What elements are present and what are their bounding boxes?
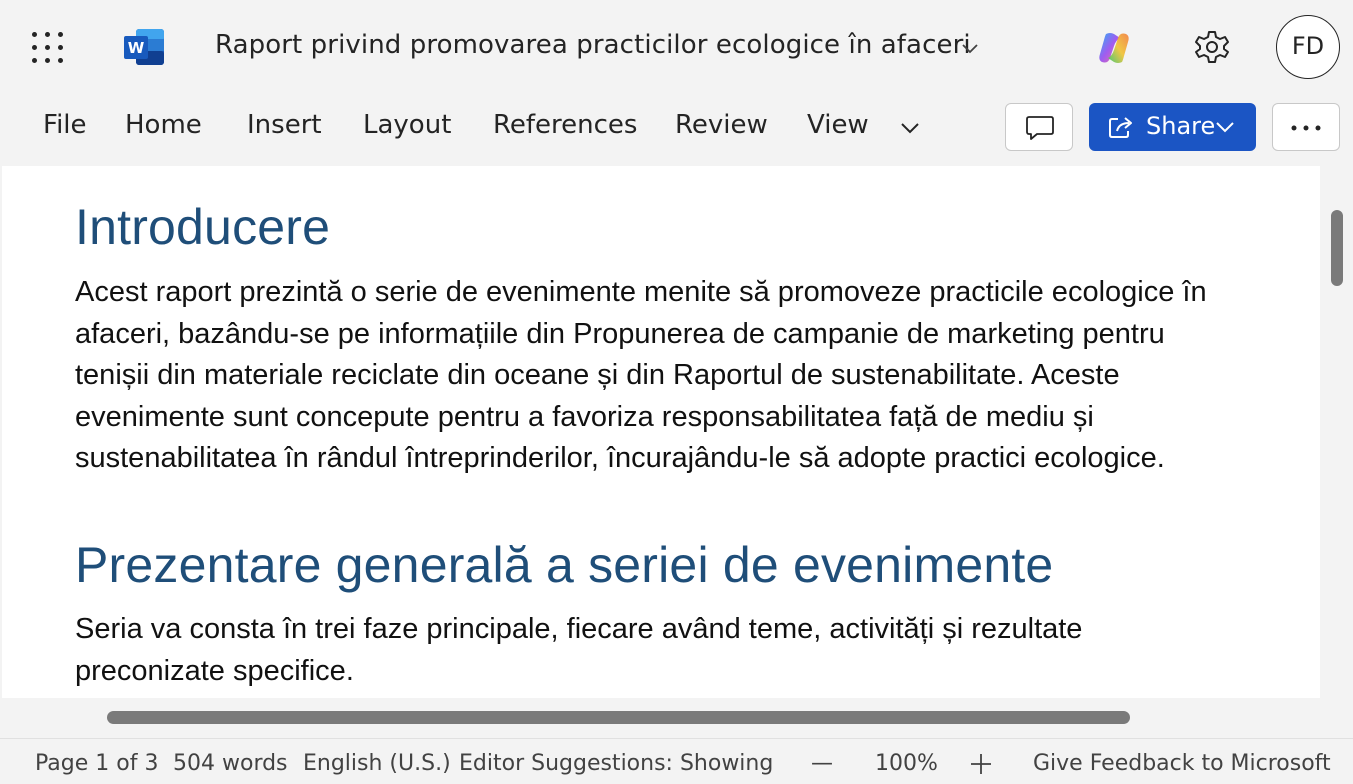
- more-tabs-chevron-icon[interactable]: [896, 114, 924, 142]
- paragraph-line: Seria va consta în trei faze principale,…: [75, 613, 1083, 645]
- svg-text:W: W: [128, 39, 145, 57]
- document-page[interactable]: Introducere Acest raport prezintă o seri…: [2, 166, 1320, 698]
- tab-layout[interactable]: Layout: [363, 110, 451, 140]
- comments-button[interactable]: [1005, 103, 1073, 151]
- zoom-in-icon[interactable]: [969, 752, 993, 776]
- more-icon: [1291, 125, 1321, 131]
- tab-insert[interactable]: Insert: [247, 110, 322, 140]
- heading-introducere: Introducere: [75, 199, 331, 255]
- horizontal-scrollbar[interactable]: [107, 711, 1130, 724]
- word-logo-icon: W: [124, 29, 164, 65]
- zoom-level[interactable]: 100%: [875, 751, 938, 776]
- paragraph-line: afaceri, bazându-se pe informațiile din …: [75, 317, 1165, 350]
- tab-home[interactable]: Home: [125, 110, 202, 140]
- share-icon: [1109, 117, 1132, 138]
- paragraph-line: evenimente sunt concepute pentru a favor…: [75, 400, 1094, 433]
- comment-icon: [1026, 116, 1054, 140]
- page-count[interactable]: Page 1 of 3: [35, 751, 158, 776]
- paragraph-line: Acest raport prezintă o serie de evenime…: [75, 276, 1207, 308]
- vertical-scrollbar[interactable]: [1331, 210, 1343, 286]
- tab-references[interactable]: References: [493, 110, 637, 140]
- avatar[interactable]: FD: [1276, 15, 1340, 79]
- paragraph-intro: Acest raport prezintă o serie de evenime…: [75, 272, 1275, 480]
- app-launcher-icon[interactable]: [28, 28, 68, 68]
- copilot-icon[interactable]: [1094, 28, 1134, 68]
- share-label: Share: [1146, 112, 1216, 140]
- tab-view[interactable]: View: [807, 110, 869, 140]
- document-canvas: Introducere Acest raport prezintă o seri…: [0, 166, 1353, 734]
- zoom-out-button[interactable]: —: [811, 751, 833, 776]
- paragraph-line: preconizate specifice.: [75, 654, 354, 687]
- title-bar: W Raport privind promovarea practicilor …: [0, 0, 1353, 94]
- gear-icon[interactable]: [1192, 27, 1232, 67]
- share-chevron-icon: [1216, 122, 1234, 133]
- feedback-link[interactable]: Give Feedback to Microsoft: [1033, 751, 1331, 776]
- paragraph-overview: Seria va consta în trei faze principale,…: [75, 609, 1275, 692]
- chevron-down-icon[interactable]: [958, 36, 982, 60]
- paragraph-line: sustenabilitatea în rândul întreprinderi…: [75, 442, 1165, 475]
- paragraph-line: tenișii din materiale reciclate din ocea…: [75, 359, 1120, 392]
- editor-suggestions[interactable]: Editor Suggestions: Showing: [459, 751, 773, 776]
- word-count[interactable]: 504 words: [173, 751, 288, 776]
- share-button[interactable]: Share: [1089, 103, 1256, 151]
- status-bar: Page 1 of 3 504 words English (U.S.) Edi…: [0, 738, 1353, 784]
- tab-review[interactable]: Review: [675, 110, 768, 140]
- tab-file[interactable]: File: [43, 110, 87, 140]
- heading-prezentare: Prezentare generală a seriei de evenimen…: [75, 537, 1054, 593]
- language-status[interactable]: English (U.S.): [303, 751, 451, 776]
- document-title[interactable]: Raport privind promovarea practicilor ec…: [215, 30, 971, 60]
- more-options-button[interactable]: [1272, 103, 1340, 151]
